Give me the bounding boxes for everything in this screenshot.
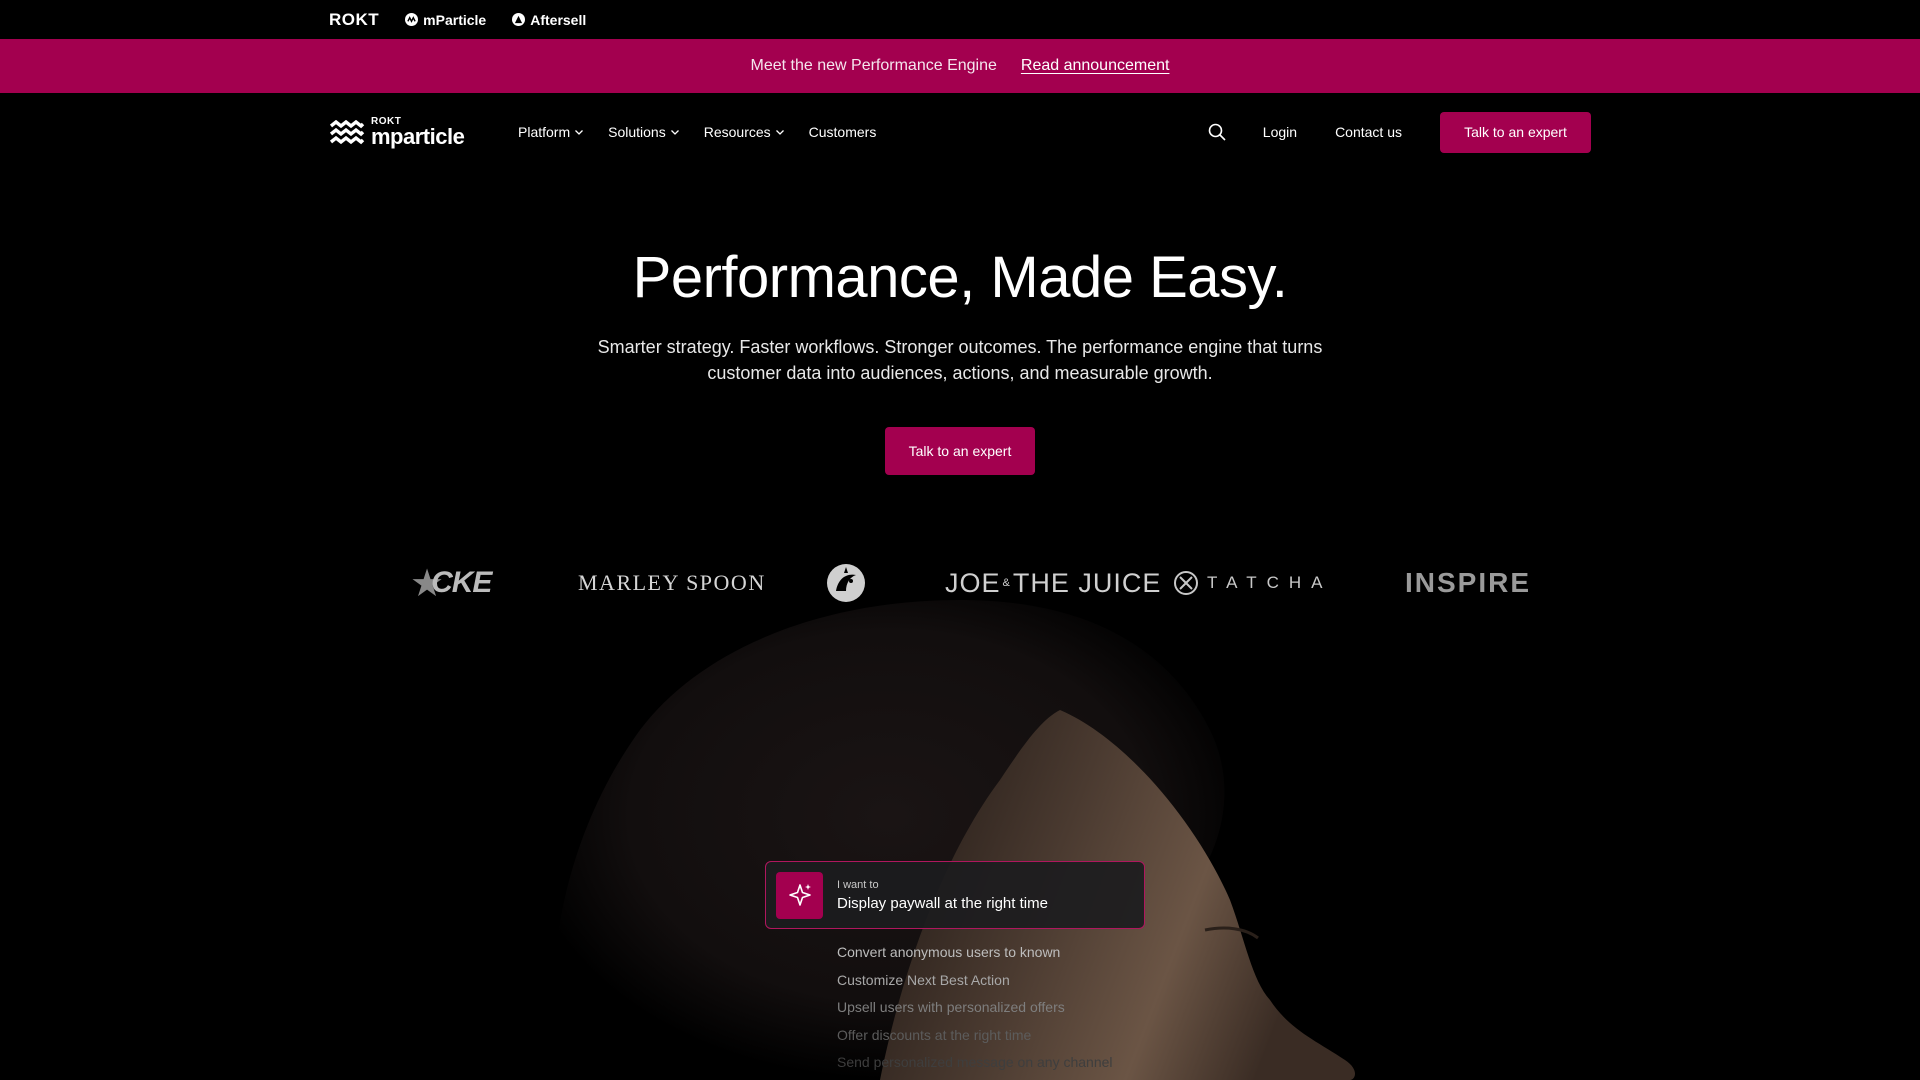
- brand-rokt-label: ROKT: [329, 9, 380, 29]
- brand-aftersell-link[interactable]: Aftersell: [512, 12, 586, 28]
- nav-item-label: Solutions: [608, 124, 666, 140]
- intent-option[interactable]: Send personalized message on any channel: [837, 1052, 1257, 1080]
- mparticle-icon: [405, 13, 419, 26]
- tatcha-logo-text: TATCHA: [1207, 573, 1333, 592]
- intent-label: I want to: [837, 878, 879, 891]
- chevron-down-icon: [575, 130, 584, 135]
- nav-item-label: Customers: [808, 124, 877, 140]
- brand-bar-items: ROKT mParticle Aftersell: [329, 0, 586, 39]
- tatcha-logo: TATCHA: [1173, 558, 1332, 608]
- cke-logo-text: CKE: [431, 566, 492, 599]
- nav-item-label: Resources: [703, 124, 771, 140]
- chevron-down-icon: [775, 130, 784, 135]
- logo-wordmark: ROKT mparticle: [371, 117, 465, 149]
- talk-to-expert-button[interactable]: Talk to an expert: [1440, 111, 1591, 153]
- intent-option[interactable]: Convert anonymous users to known: [837, 942, 1257, 970]
- intent-selector[interactable]: I want to Display paywall at the right t…: [765, 861, 1145, 929]
- hero-subtitle: Smarter strategy. Faster workflows. Stro…: [597, 337, 1323, 383]
- site-logo[interactable]: ROKT mparticle: [329, 117, 465, 149]
- joe-logo-amp: &: [1002, 577, 1011, 589]
- intent-option[interactable]: Offer discounts at the right time: [837, 1025, 1257, 1053]
- hero-talk-to-expert-button[interactable]: Talk to an expert: [885, 427, 1035, 475]
- announcement-bar: Meet the new Performance Engine Read ann…: [0, 39, 1920, 93]
- cke-restaurants-logo: ★ CKE: [410, 558, 492, 608]
- brand-mparticle-label: mParticle: [423, 11, 487, 28]
- joe-logo-text: JOE: [945, 567, 1001, 598]
- main-nav: ROKT mparticle Platform Solutions Resour…: [0, 93, 1920, 171]
- joe-and-the-juice-logo: JOE & THE JUICE: [945, 558, 1161, 608]
- marley-logo-text: MARLEY SPOON: [578, 570, 766, 595]
- brand-aftersell-label: Aftersell: [530, 11, 587, 28]
- inspire-logo-text: INSPIRE: [1405, 567, 1532, 598]
- logo-mparticle-text: mparticle: [371, 124, 465, 149]
- nav-item-customers[interactable]: Customers: [809, 124, 877, 140]
- chick-fil-a-icon: [824, 558, 868, 608]
- tatcha-emblem-icon: [1174, 571, 1198, 595]
- chevron-down-icon: [670, 130, 679, 135]
- brand-mparticle-link[interactable]: mParticle: [405, 12, 486, 28]
- customer-logos: ★ CKE MARLEY SPOON JOE & THE JUICE TATCH…: [0, 558, 1920, 608]
- search-icon[interactable]: [1207, 122, 1227, 142]
- brand-bar: ROKT mParticle Aftersell: [0, 0, 1920, 39]
- intent-option[interactable]: Upsell users with personalized offers: [837, 997, 1257, 1025]
- login-link[interactable]: Login: [1263, 124, 1297, 140]
- read-announcement-link[interactable]: Read announcement: [1021, 57, 1170, 75]
- nav-item-platform[interactable]: Platform: [518, 124, 584, 140]
- nav-item-label: Platform: [518, 124, 571, 140]
- mparticle-logo-mark-icon: [329, 119, 365, 144]
- contact-us-link[interactable]: Contact us: [1335, 124, 1402, 140]
- announcement-message: Meet the new Performance Engine: [750, 57, 997, 74]
- brand-rokt-link[interactable]: ROKT: [329, 10, 379, 30]
- intent-option[interactable]: Customize Next Best Action: [837, 970, 1257, 998]
- sparkle-icon: [776, 871, 823, 919]
- inspire-logo: INSPIRE: [1405, 558, 1531, 608]
- intent-value: Display paywall at the right time: [837, 894, 1048, 912]
- hero-title: Performance, Made Easy.: [632, 245, 1288, 310]
- marley-spoon-logo: MARLEY SPOON: [578, 558, 766, 608]
- nav-actions: Login Contact us Talk to an expert: [1207, 93, 1591, 171]
- intent-options-list: Convert anonymous users to known Customi…: [837, 942, 1257, 1080]
- nav-item-resources[interactable]: Resources: [704, 124, 785, 140]
- joe-logo-text-juice: THE JUICE: [1012, 567, 1162, 598]
- aftersell-icon: [512, 13, 526, 26]
- intent-text: I want to Display paywall at the right t…: [837, 879, 1048, 912]
- nav-menu: Platform Solutions Resources Customers: [518, 93, 876, 171]
- nav-item-solutions[interactable]: Solutions: [608, 124, 680, 140]
